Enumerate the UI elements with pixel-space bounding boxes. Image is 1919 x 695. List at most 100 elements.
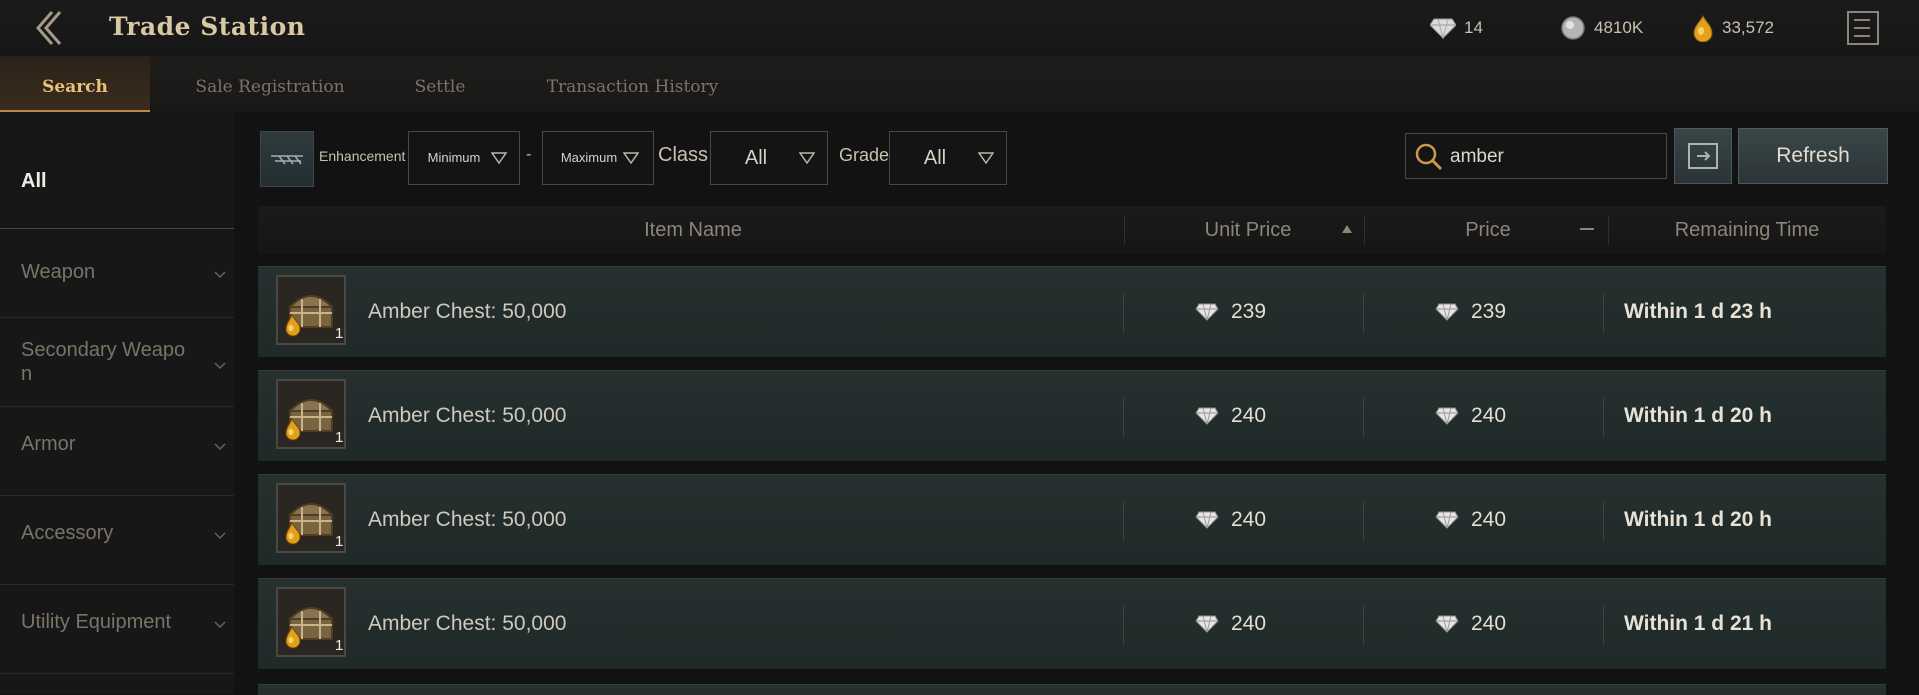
header-price[interactable]: Price	[1368, 206, 1608, 254]
dropdown-arrow-icon	[799, 152, 815, 165]
remaining-time: Within 1 d 20 h	[1624, 508, 1772, 531]
search-box	[1405, 133, 1667, 180]
table-row[interactable]: 1 Amber Chest: 50,000 239 239 Within 1 d…	[258, 266, 1886, 357]
silver-currency: 4810K	[1560, 16, 1643, 40]
sidebar-item-label: Weapon	[21, 261, 96, 283]
tab-sale-registration[interactable]: Sale Registration	[170, 56, 370, 112]
search-icon	[1415, 143, 1443, 171]
column-divider	[1363, 605, 1364, 645]
unit-price-value: 239	[1231, 300, 1267, 323]
column-divider	[1123, 501, 1124, 541]
item-quantity: 1	[335, 429, 344, 446]
remaining-time: Within 1 d 23 h	[1624, 300, 1772, 323]
header-divider	[1364, 216, 1365, 244]
dropdown-value: Maximum	[560, 150, 618, 165]
price-value: 240	[1471, 508, 1507, 531]
sidebar-item-weapon[interactable]: Weapon	[0, 229, 234, 318]
dropdown-arrow-icon	[491, 152, 507, 165]
column-divider	[1363, 501, 1364, 541]
price-value: 240	[1471, 612, 1507, 635]
tab-settle[interactable]: Settle	[390, 56, 490, 112]
header-unit-price[interactable]: Unit Price	[1128, 206, 1368, 254]
refresh-button[interactable]: Refresh	[1738, 128, 1888, 184]
table-row[interactable]: 1 Amber Chest: 50,000 240 240 Within 1 d…	[258, 370, 1886, 461]
header-divider	[1124, 216, 1125, 244]
sidebar-item-secondary-weapon[interactable]: Secondary Weapo n	[0, 318, 234, 407]
reset-icon	[1688, 143, 1718, 169]
dropdown-value: All	[923, 147, 947, 169]
unit-price-cell: 240	[1195, 371, 1266, 461]
unit-price-cell: 239	[1195, 267, 1266, 357]
enhancement-min-dropdown[interactable]: Minimum	[408, 131, 520, 185]
item-name: Amber Chest: 50,000	[368, 300, 567, 323]
price-cell: 239	[1435, 267, 1506, 357]
price-value: 239	[1471, 300, 1507, 323]
amber-currency: 33,572	[1692, 14, 1774, 42]
column-divider	[1123, 397, 1124, 437]
column-divider	[1123, 605, 1124, 645]
top-bar: Trade Station 14 4810K 33,572	[0, 0, 1919, 56]
menu-icon[interactable]	[1846, 10, 1880, 46]
column-divider	[1123, 293, 1124, 333]
item-name: Amber Chest: 50,000	[368, 508, 567, 531]
unit-price-cell: 240	[1195, 475, 1266, 565]
tab-search[interactable]: Search	[0, 56, 150, 112]
chevron-down-icon	[214, 362, 226, 370]
price-cell: 240	[1435, 579, 1506, 669]
unit-price-cell: 240	[1195, 579, 1266, 669]
dropdown-arrow-icon	[623, 152, 639, 165]
dropdown-arrow-icon	[978, 152, 994, 165]
tab-transaction-history[interactable]: Transaction History	[530, 56, 735, 112]
diamond-icon	[1195, 407, 1219, 425]
back-chevron-icon[interactable]	[30, 8, 70, 48]
enhancement-toggle-button[interactable]	[260, 131, 314, 187]
sidebar-item-label: Accessory	[21, 522, 114, 544]
diamond-icon	[1435, 407, 1459, 425]
silver-coin-icon	[1561, 16, 1585, 40]
diamond-count: 14	[1464, 18, 1483, 37]
grade-dropdown[interactable]: All	[889, 131, 1007, 185]
chevron-down-icon	[214, 621, 226, 629]
header-remaining-time[interactable]: Remaining Time	[1608, 206, 1886, 254]
silver-count: 4810K	[1594, 18, 1644, 37]
reset-filters-button[interactable]	[1674, 128, 1732, 184]
sidebar-item-label: Armor	[21, 433, 76, 455]
diamond-icon	[1435, 303, 1459, 321]
page-title: Trade Station	[109, 12, 306, 41]
dropdown-value: Minimum	[427, 150, 481, 165]
item-name: Amber Chest: 50,000	[368, 404, 567, 427]
diamond-icon	[1195, 511, 1219, 529]
amber-count: 33,572	[1722, 18, 1774, 37]
chevron-down-icon	[214, 532, 226, 540]
unit-price-value: 240	[1231, 612, 1267, 635]
sidebar-item-armor[interactable]: Armor	[0, 407, 234, 496]
price-cell: 240	[1435, 371, 1506, 461]
header-item-name[interactable]: Item Name	[258, 206, 1128, 254]
enhancement-max-dropdown[interactable]: Maximum	[542, 131, 654, 185]
table-row[interactable]: 1 Amber Chest: 50,000 240 240 Within 1 d…	[258, 578, 1886, 669]
sidebar-item-accessory[interactable]: Accessory	[0, 496, 234, 585]
item-quantity: 1	[335, 533, 344, 550]
sidebar-item-label: Utility Equipment	[21, 611, 172, 633]
class-dropdown[interactable]: All	[710, 131, 828, 185]
diamond-currency: 14	[1430, 16, 1483, 40]
diamond-icon	[1430, 18, 1456, 39]
sidebar-item-all[interactable]: All	[0, 112, 234, 229]
item-quantity: 1	[335, 637, 344, 654]
unit-price-value: 240	[1231, 404, 1267, 427]
price-value: 240	[1471, 404, 1507, 427]
chevron-down-icon	[214, 443, 226, 451]
search-input[interactable]	[1448, 134, 1662, 180]
enhancement-icon	[271, 155, 303, 165]
chevron-down-icon	[214, 271, 226, 279]
diamond-icon	[1435, 615, 1459, 633]
grade-label: Grade	[839, 145, 890, 165]
sort-none-icon[interactable]	[1580, 228, 1594, 232]
sidebar-item-utility-equipment[interactable]: Utility Equipment	[0, 585, 234, 674]
table-row[interactable]: 1 Amber Chest: 50,000 240 240 Within 1 d…	[258, 474, 1886, 565]
unit-price-value: 240	[1231, 508, 1267, 531]
diamond-icon	[1195, 615, 1219, 633]
range-dash: -	[526, 146, 532, 163]
item-name: Amber Chest: 50,000	[368, 612, 567, 635]
sort-ascending-icon[interactable]	[1341, 224, 1353, 234]
